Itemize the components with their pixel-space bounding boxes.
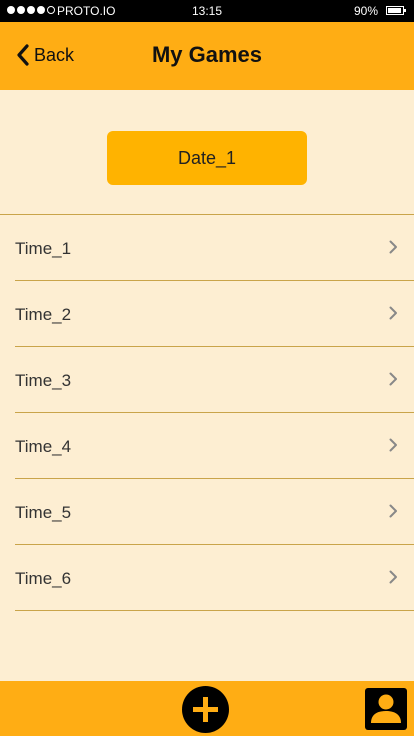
list-item-label: Time_2 xyxy=(15,305,72,324)
chevron-right-icon xyxy=(389,438,398,452)
list-item-label: Time_6 xyxy=(15,569,72,588)
chevron-right-icon xyxy=(389,504,398,518)
chevron-right-icon xyxy=(389,306,398,320)
list-item-label: Time_4 xyxy=(15,437,72,456)
list-item[interactable]: Time_2 xyxy=(15,281,414,347)
battery-icon xyxy=(386,6,406,15)
chevron-right-icon xyxy=(389,570,398,584)
tab-bar xyxy=(0,681,414,736)
person-icon xyxy=(365,688,407,730)
page-title: My Games xyxy=(151,42,263,67)
list-item[interactable]: Time_6 xyxy=(15,545,414,611)
chevron-right-icon xyxy=(389,372,398,386)
list-item[interactable]: Time_5 xyxy=(15,479,414,545)
list-item-label: Time_1 xyxy=(15,239,72,258)
add-game-button[interactable] xyxy=(182,686,229,733)
chevron-right-icon xyxy=(389,240,398,254)
status-bar: PROTO.IO 13:15 90% xyxy=(0,0,414,22)
time-list: Time_1 Time_2 Time_3 Time_4 Time_5 Time_6 xyxy=(0,214,414,611)
profile-button[interactable] xyxy=(365,688,407,730)
list-item[interactable]: Time_4 xyxy=(15,413,414,479)
status-time: 13:15 xyxy=(191,4,223,18)
navigation-bar: Back My Games xyxy=(0,22,414,90)
date-button[interactable]: Date_1 xyxy=(107,131,307,185)
list-item-label: Time_3 xyxy=(15,371,72,390)
list-item-label: Time_5 xyxy=(15,503,72,522)
list-item[interactable]: Time_3 xyxy=(15,347,414,413)
list-item[interactable]: Time_1 xyxy=(15,215,414,281)
battery-percentage: 90% xyxy=(353,4,378,18)
plus-icon xyxy=(182,686,229,733)
